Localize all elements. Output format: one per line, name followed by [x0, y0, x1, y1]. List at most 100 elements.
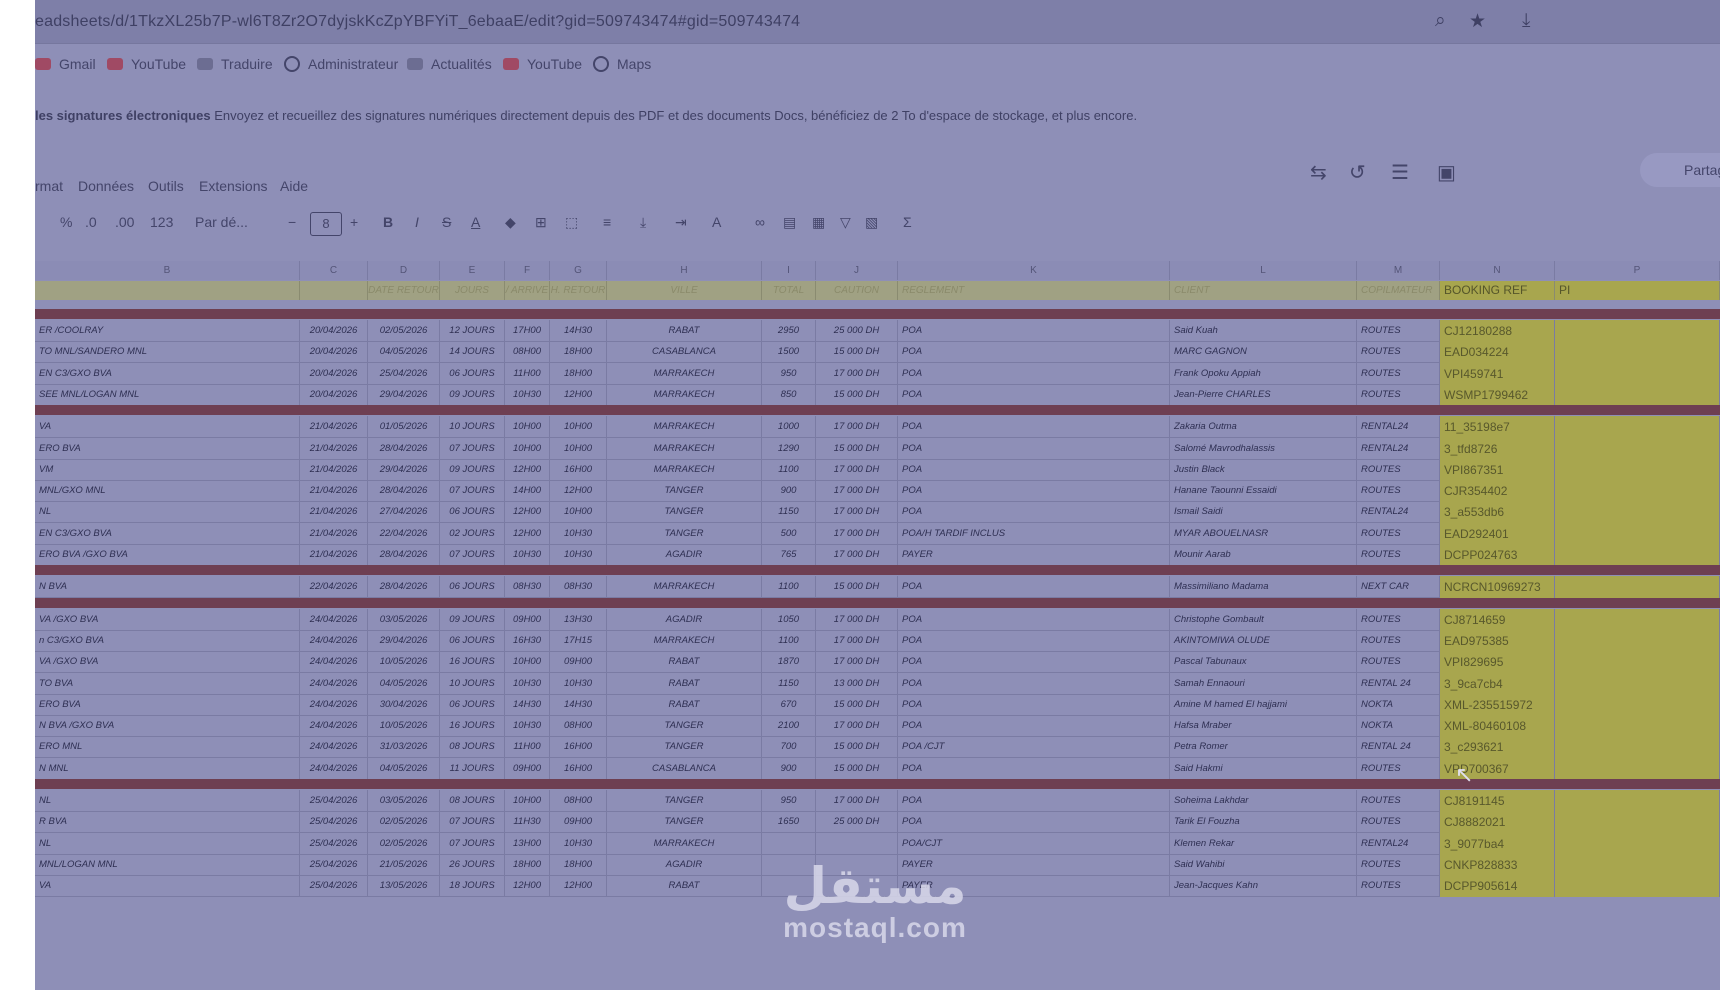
table-cell[interactable] — [1555, 341, 1720, 364]
table-cell[interactable]: ERO MNL — [35, 736, 300, 759]
table-cell[interactable]: 27/04/2026 — [368, 501, 440, 524]
table-cell[interactable] — [1555, 811, 1720, 834]
table-cell[interactable] — [1555, 672, 1720, 695]
number-format-button[interactable]: 123 — [150, 214, 173, 230]
table-cell[interactable]: 20/04/2026 — [300, 362, 368, 385]
table-cell[interactable]: 765 — [762, 544, 816, 566]
header-cell[interactable]: COPILMATEUR — [1357, 281, 1440, 300]
table-cell[interactable]: POA — [898, 811, 1170, 834]
table-cell[interactable]: POA — [898, 651, 1170, 674]
table-cell[interactable]: ROUTES — [1357, 383, 1440, 406]
table-cell[interactable]: 1500 — [762, 341, 816, 364]
table-cell[interactable]: CJ12180288 — [1440, 320, 1555, 342]
table-row[interactable]: NL 25/04/2026 02/05/2026 07 JOURS 13H00 10H30… — [35, 832, 1720, 855]
table-row[interactable]: MNL/GXO MNL 21/04/2026 28/04/2026 07 JOURS 1… — [35, 480, 1720, 503]
table-cell[interactable]: 900 — [762, 480, 816, 503]
table-cell[interactable] — [1555, 693, 1720, 716]
header-cell[interactable]: JOURS — [440, 281, 505, 300]
table-cell[interactable]: 20/04/2026 — [300, 320, 368, 342]
table-cell[interactable]: POA — [898, 480, 1170, 503]
table-cell[interactable]: 11H00 — [505, 362, 550, 385]
table-cell[interactable]: MARRAKECH — [607, 832, 762, 855]
table-cell[interactable]: Ismail Saidi — [1170, 501, 1357, 524]
font-increase-icon[interactable]: + — [350, 214, 358, 230]
table-cell[interactable]: NL — [35, 501, 300, 524]
table-cell[interactable]: 21/04/2026 — [300, 458, 368, 481]
table-cell[interactable]: CJ8882021 — [1440, 811, 1555, 834]
table-cell[interactable]: ROUTES — [1357, 853, 1440, 876]
menu-donnees[interactable]: Données — [78, 178, 134, 194]
header-cell[interactable]: BOOKING REF — [1440, 281, 1555, 300]
table-cell[interactable]: 10H30 — [550, 832, 607, 855]
table-cell[interactable]: 10H30 — [505, 383, 550, 406]
table-cell[interactable]: 3_a553db6 — [1440, 501, 1555, 524]
table-row[interactable]: EN C3/GXO BVA 21/04/2026 22/04/2026 02 JOUR… — [35, 522, 1720, 545]
table-cell[interactable]: 18H00 — [550, 341, 607, 364]
borders-icon[interactable]: ⊞ — [535, 214, 547, 231]
table-cell[interactable]: 11H00 — [505, 736, 550, 759]
table-cell[interactable] — [1555, 629, 1720, 652]
table-cell[interactable]: Christophe Gombault — [1170, 608, 1357, 631]
table-cell[interactable]: ROUTES — [1357, 544, 1440, 566]
bold-icon[interactable]: B — [383, 214, 393, 230]
table-cell[interactable]: 24/04/2026 — [300, 629, 368, 652]
header-cell[interactable] — [300, 281, 368, 300]
table-cell[interactable]: MNL/LOGAN MNL — [35, 853, 300, 876]
table-cell[interactable]: Tarik El Fouzha — [1170, 811, 1357, 834]
table-cell[interactable]: 10H30 — [550, 544, 607, 566]
table-cell[interactable]: 12H00 — [550, 383, 607, 406]
table-cell[interactable]: 09H00 — [550, 811, 607, 834]
table-cell[interactable]: 10H30 — [550, 672, 607, 695]
table-cell[interactable]: Zakaria Outma — [1170, 416, 1357, 439]
download-icon[interactable]: ⤓ — [1522, 10, 1530, 32]
font-select[interactable]: Par dé... — [195, 214, 248, 230]
table-cell[interactable] — [1555, 853, 1720, 876]
table-cell[interactable]: RENTAL 24 — [1357, 672, 1440, 695]
table-cell[interactable]: 09H00 — [550, 651, 607, 674]
table-cell[interactable]: POA — [898, 715, 1170, 738]
column-header-k[interactable]: K — [898, 261, 1170, 280]
table-cell[interactable]: 31/03/2026 — [368, 736, 440, 759]
table-cell[interactable]: POA — [898, 757, 1170, 780]
table-cell[interactable]: 670 — [762, 693, 816, 716]
table-cell[interactable]: 10H30 — [550, 522, 607, 545]
table-cell[interactable]: 25/04/2026 — [300, 790, 368, 812]
table-cell[interactable]: R BVA — [35, 811, 300, 834]
table-cell[interactable]: 700 — [762, 736, 816, 759]
table-cell[interactable]: VM — [35, 458, 300, 481]
table-cell[interactable]: 12H00 — [505, 522, 550, 545]
chart-icon[interactable]: ▦ — [812, 214, 825, 231]
table-cell[interactable]: EN C3/GXO BVA — [35, 522, 300, 545]
table-cell[interactable]: ROUTES — [1357, 320, 1440, 342]
table-cell[interactable]: 02/05/2026 — [368, 320, 440, 342]
table-cell[interactable]: RENTAL24 — [1357, 832, 1440, 855]
table-cell[interactable]: EN C3/GXO BVA — [35, 362, 300, 385]
column-header-f[interactable]: F — [505, 261, 550, 280]
table-cell[interactable]: 17 000 DH — [816, 629, 898, 652]
table-cell[interactable]: POA/CJT — [898, 832, 1170, 855]
wrap-icon[interactable]: ⇥ — [675, 214, 687, 231]
table-cell[interactable]: DCPP905614 — [1440, 875, 1555, 898]
header-cell[interactable] — [35, 281, 300, 300]
column-header-i[interactable]: I — [762, 261, 816, 280]
table-cell[interactable]: 3_9077ba4 — [1440, 832, 1555, 855]
table-cell[interactable]: 13 000 DH — [816, 672, 898, 695]
table-cell[interactable]: 04/05/2026 — [368, 757, 440, 780]
table-cell[interactable]: MARRAKECH — [607, 629, 762, 652]
link-icon[interactable]: ∞ — [755, 214, 765, 230]
table-cell[interactable]: 1150 — [762, 501, 816, 524]
table-cell[interactable]: PAYER — [898, 544, 1170, 566]
table-cell[interactable]: 14H30 — [505, 693, 550, 716]
table-cell[interactable]: 06 JOURS — [440, 693, 505, 716]
table-cell[interactable]: MARRAKECH — [607, 458, 762, 481]
table-cell[interactable]: 17 000 DH — [816, 480, 898, 503]
table-cell[interactable]: ERO BVA — [35, 437, 300, 460]
table-cell[interactable]: 21/05/2026 — [368, 853, 440, 876]
table-cell[interactable]: 950 — [762, 790, 816, 812]
table-cell[interactable] — [1555, 736, 1720, 759]
table-cell[interactable]: N BVA /GXO BVA — [35, 715, 300, 738]
table-cell[interactable]: 08 JOURS — [440, 790, 505, 812]
table-cell[interactable]: 12H00 — [550, 875, 607, 898]
table-cell[interactable] — [1555, 832, 1720, 855]
table-cell[interactable]: TANGER — [607, 736, 762, 759]
